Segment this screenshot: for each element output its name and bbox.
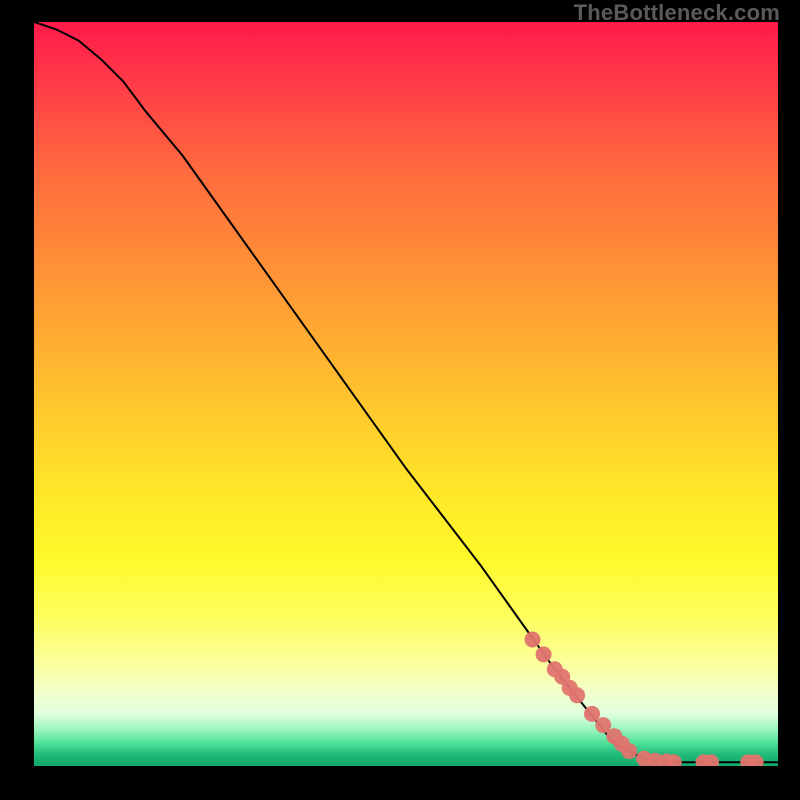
- marker-group: [525, 632, 764, 767]
- chart-frame: [34, 22, 778, 766]
- data-marker: [525, 632, 541, 648]
- data-marker: [536, 646, 552, 662]
- chart-svg: [34, 22, 778, 766]
- data-marker: [569, 687, 585, 703]
- data-marker: [621, 743, 637, 759]
- bottleneck-curve: [34, 22, 778, 762]
